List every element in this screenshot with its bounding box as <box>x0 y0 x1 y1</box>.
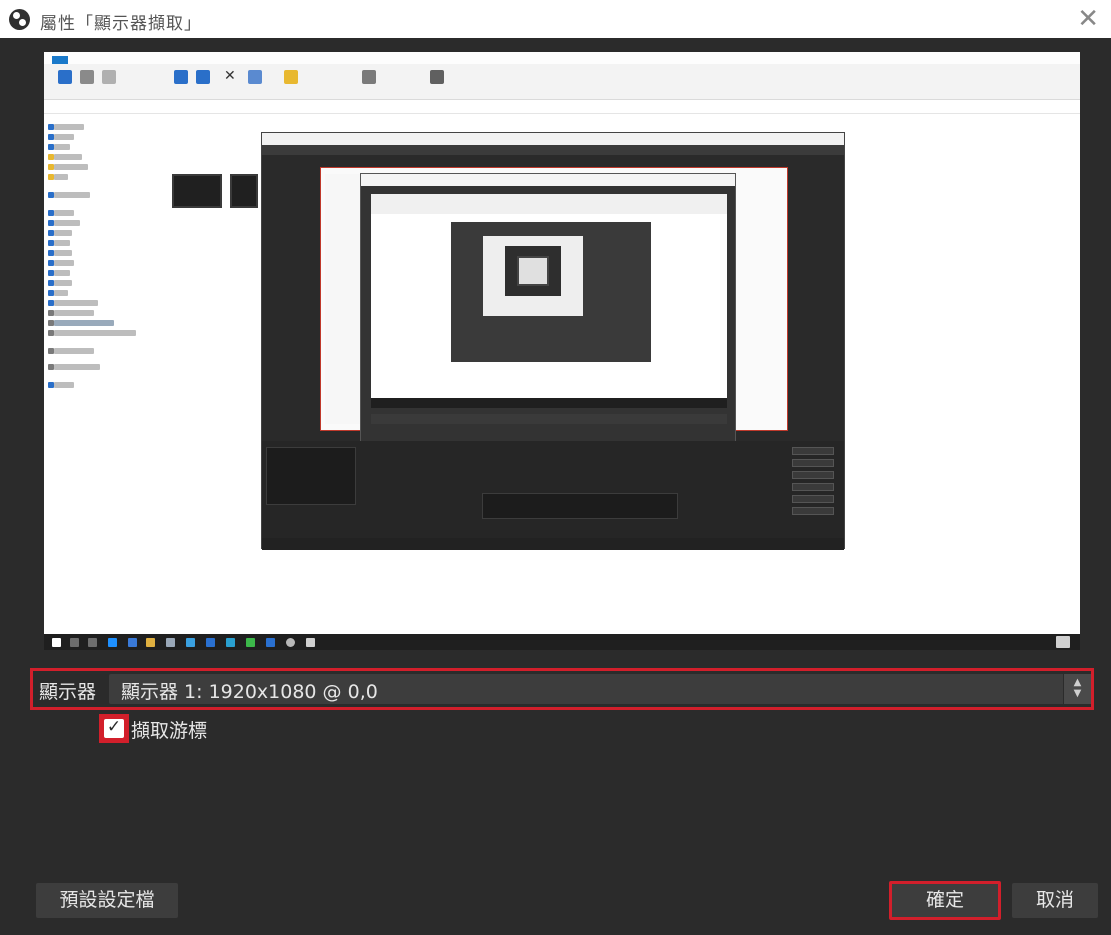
taskbar-app-icon <box>306 638 315 647</box>
file-thumbnail <box>230 174 258 208</box>
store-icon <box>166 638 175 647</box>
nested-dialog-preview <box>371 194 727 408</box>
display-selected-value: 顯示器 1: 1920x1080 @ 0,0 <box>121 681 378 703</box>
paste-icon <box>102 70 116 84</box>
file-thumbnail <box>172 174 222 208</box>
explorer-file-tab <box>52 56 68 64</box>
copy-icon <box>80 70 94 84</box>
pin-icon <box>58 70 72 84</box>
photos-icon <box>186 638 195 647</box>
nested-obs-docks <box>262 441 844 550</box>
notification-icon <box>1056 636 1070 648</box>
start-icon <box>52 638 61 647</box>
edge-icon <box>108 638 117 647</box>
display-select[interactable]: 顯示器 1: 1920x1080 @ 0,0 ▲ ▼ <box>109 674 1091 704</box>
select-icon <box>430 70 444 84</box>
taskbar-app-icon <box>266 638 275 647</box>
obs-taskbar-icon <box>286 638 295 647</box>
windows-taskbar <box>44 634 1080 650</box>
line-icon <box>246 638 255 647</box>
check-icon: ✓ <box>106 717 122 737</box>
explorer-status-bar <box>44 624 1080 634</box>
nested-obs-window <box>261 132 845 550</box>
up-down-arrows-icon[interactable]: ▲ ▼ <box>1063 674 1091 704</box>
capture-cursor-checkbox[interactable]: ✓ <box>104 717 124 738</box>
title-bar: 屬性「顯示器擷取」 ✕ <box>0 0 1111 38</box>
capture-preview: ✕ <box>44 52 1080 650</box>
taskbar-app-icon <box>226 638 235 647</box>
explorer-tabs <box>44 52 1080 64</box>
copyto-icon <box>196 70 210 84</box>
nested-preview-level <box>451 222 651 362</box>
properties-icon <box>362 70 376 84</box>
new-folder-icon <box>284 70 298 84</box>
explorer-ribbon: ✕ <box>44 52 1080 100</box>
window-title: 屬性「顯示器擷取」 <box>40 14 202 34</box>
display-label: 顯示器 <box>39 681 97 703</box>
search-icon <box>70 638 79 647</box>
nested-scenes-dock <box>266 447 356 505</box>
taskview-icon <box>88 638 97 647</box>
ok-button[interactable]: 確定 <box>889 881 1001 920</box>
close-icon[interactable]: ✕ <box>1077 4 1099 34</box>
folder-icon <box>146 638 155 647</box>
explorer-address-bar <box>44 100 1080 114</box>
display-setting-row: 顯示器 顯示器 1: 1920x1080 @ 0,0 ▲ ▼ <box>30 668 1094 710</box>
obs-logo-icon <box>9 9 30 30</box>
taskbar-app-icon <box>206 638 215 647</box>
nested-dialog-titlebar <box>361 174 735 186</box>
cancel-button[interactable]: 取消 <box>1012 883 1098 918</box>
nested-obs-menubar <box>262 145 844 155</box>
delete-icon: ✕ <box>224 68 236 84</box>
taskbar-app-icon <box>128 638 137 647</box>
nested-obs-titlebar <box>262 133 844 145</box>
nested-mixer-dock <box>482 493 678 519</box>
defaults-button[interactable]: 預設設定檔 <box>36 883 178 918</box>
move-icon <box>174 70 188 84</box>
properties-dialog: ✕ 顯示器 顯示器 1: 1920x1080 @ 0,0 ▲ ▼ ✓ 擷取游標 … <box>0 38 1111 935</box>
capture-cursor-label: 擷取游標 <box>131 720 208 742</box>
explorer-nav-pane <box>44 114 156 624</box>
rename-icon <box>248 70 262 84</box>
